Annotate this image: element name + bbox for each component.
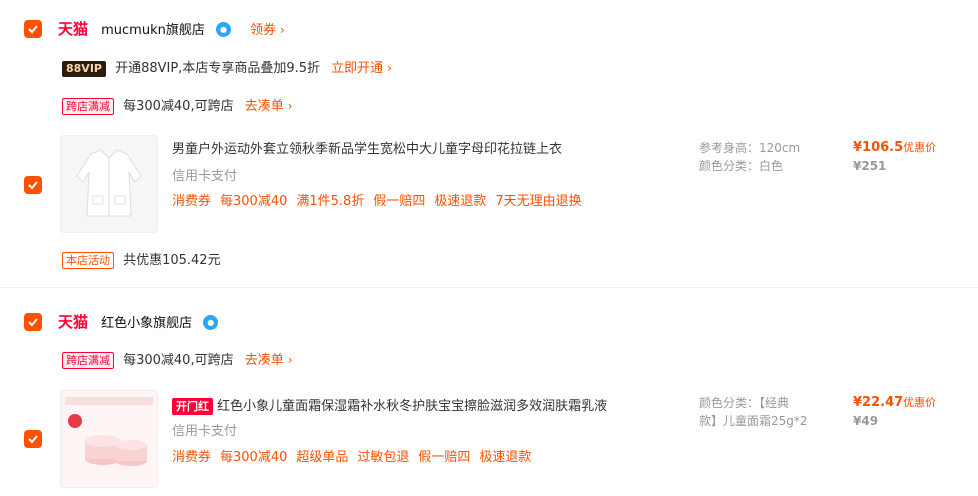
activity-row: 本店活动 共优惠105.42元 (62, 250, 221, 270)
vip-row: 88VIP 开通88VIP,本店专享商品叠加9.5折 立即开通 › (62, 58, 392, 78)
shop-name-link[interactable]: 红色小象旗舰店 (101, 316, 192, 331)
spec-color: 颜色分类：【经典 (699, 396, 790, 410)
promo-row: 跨店满减 每300减40,可跨店 去凑单 › (62, 350, 293, 370)
promo-text: 每300减40,可跨店 (123, 99, 234, 114)
tag: 假一赔四 (373, 194, 426, 209)
spec-height: 参考身高：120cm (699, 141, 801, 155)
item-title-link[interactable]: 男童户外运动外套立领秋季新品学生宽松中大儿童字母印花拉链上衣 (172, 138, 672, 157)
tmall-badge: 天猫 (58, 20, 89, 38)
tag: 过敏包退 (357, 450, 410, 465)
current-price: ¥22.47 (853, 395, 904, 410)
tag: 消费券 (172, 194, 212, 209)
tag: 极速退款 (479, 450, 532, 465)
tag: 消费券 (172, 450, 212, 465)
promo-tag: 跨店满减 (62, 98, 114, 115)
activity-text: 共优惠105.42元 (123, 253, 221, 268)
check-icon (28, 25, 38, 34)
item-price-block: ¥22.47优惠价 ¥49 (853, 393, 936, 431)
add-more-link[interactable]: 去凑单 › (245, 353, 293, 368)
jacket-image (61, 136, 157, 232)
original-price: ¥49 (853, 414, 879, 428)
item-tags: 消费券 每300减40 满1件5.8折 假一赔四 极速退款 7天无理由退换 (172, 190, 591, 209)
check-icon (28, 318, 38, 327)
tag: 每300减40 (220, 450, 288, 465)
vip-text: 开通88VIP,本店专享商品叠加9.5折 (115, 61, 320, 76)
check-icon (28, 181, 38, 190)
shop-name-link[interactable]: mucmukn旗舰店 (101, 23, 205, 38)
tag: 超级单品 (296, 450, 349, 465)
original-price: ¥251 (853, 159, 887, 173)
item-tags: 消费券 每300减40 超级单品 过敏包退 假一赔四 极速退款 (172, 446, 540, 465)
item-price-block: ¥106.5优惠价 ¥251 (853, 138, 936, 176)
shop-checkbox[interactable] (24, 20, 42, 38)
spec-variant: 款】儿童面霜25g*2 (699, 414, 808, 428)
item-checkbox[interactable] (24, 430, 42, 448)
tag: 每300减40 (220, 194, 288, 209)
promo-tag: 跨店满减 (62, 352, 114, 369)
item-specs[interactable]: 参考身高：120cm 颜色分类：白色 (699, 139, 800, 175)
tmall-badge: 天猫 (58, 313, 89, 331)
shop-header: 天猫 mucmukn旗舰店 ● 领券 › (58, 19, 285, 41)
shop-header: 天猫 红色小象旗舰店 ● (58, 312, 219, 334)
vip-badge: 88VIP (62, 61, 106, 77)
payment-method: 信用卡支付 (172, 424, 238, 439)
shop-mascot-icon: ● (215, 22, 231, 37)
add-more-link[interactable]: 去凑单 › (245, 99, 293, 114)
item-checkbox[interactable] (24, 176, 42, 194)
tag: 假一赔四 (418, 450, 471, 465)
coupon-link[interactable]: 领券 › (250, 23, 285, 38)
price-note: 优惠价 (903, 141, 937, 154)
tag: 满1件5.8折 (296, 194, 365, 209)
check-icon (28, 435, 38, 444)
shop-mascot-icon: ● (203, 315, 219, 330)
activity-tag: 本店活动 (62, 252, 114, 269)
item-title-row: 开门红 红色小象儿童面霜保湿霜补水秋冬护肤宝宝擦脸滋润多效润肤霜乳液 (172, 395, 607, 415)
face-cream-image (61, 391, 157, 487)
item-thumbnail[interactable] (60, 135, 158, 233)
payment-method: 信用卡支付 (172, 169, 238, 184)
promo-text: 每300减40,可跨店 (123, 353, 234, 368)
shop-checkbox[interactable] (24, 313, 42, 331)
promo-row: 跨店满减 每300减40,可跨店 去凑单 › (62, 96, 293, 116)
price-note: 优惠价 (903, 396, 937, 409)
tag: 极速退款 (434, 194, 487, 209)
spec-color: 颜色分类：白色 (699, 159, 784, 173)
current-price: ¥106.5 (853, 140, 904, 155)
item-title-link[interactable]: 红色小象儿童面霜保湿霜补水秋冬护肤宝宝擦脸滋润多效润肤霜乳液 (217, 399, 607, 414)
promo-event-badge: 开门红 (172, 398, 213, 415)
vip-open-link[interactable]: 立即开通 › (331, 61, 392, 76)
item-specs[interactable]: 颜色分类：【经典 款】儿童面霜25g*2 (699, 394, 808, 430)
item-thumbnail[interactable] (60, 390, 158, 488)
shop-divider (0, 287, 978, 288)
tag: 7天无理由退换 (495, 194, 582, 209)
